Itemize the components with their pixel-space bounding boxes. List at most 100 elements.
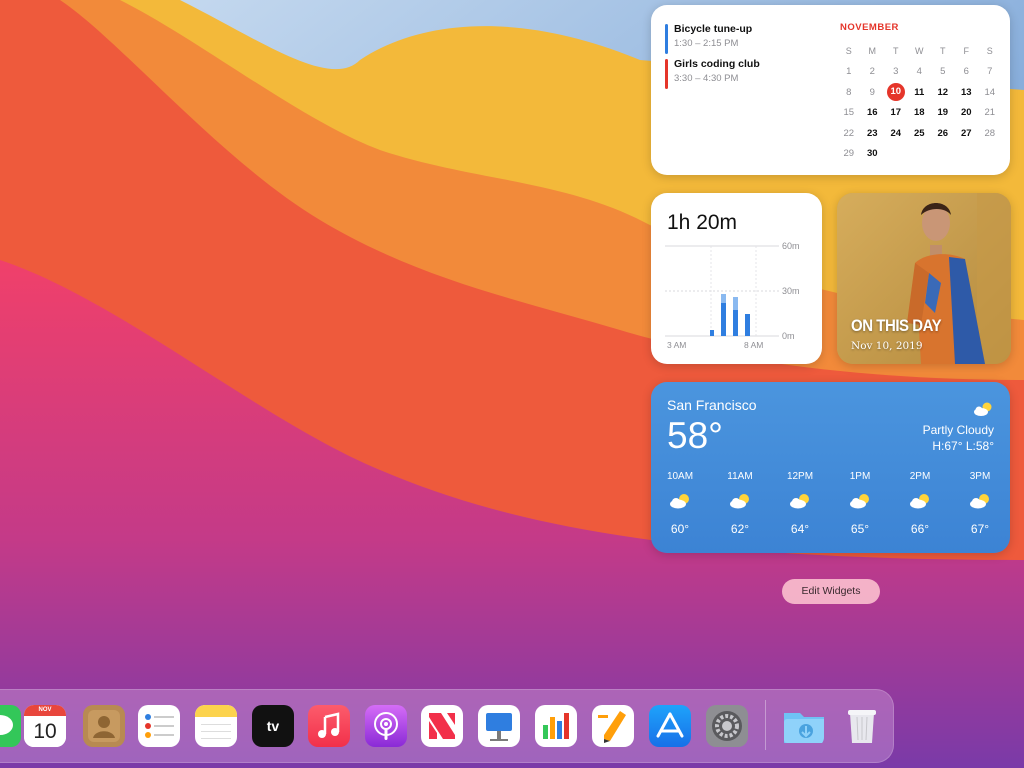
calendar-today[interactable]: 10 <box>884 83 908 102</box>
calendar-day[interactable]: 29 <box>837 148 861 159</box>
dock-app-app-store[interactable] <box>649 705 691 747</box>
forecast-hour: 1PM <box>849 471 871 482</box>
calendar-event[interactable]: Girls coding club 3:30 – 4:30 PM <box>665 58 760 89</box>
dock-app-calendar[interactable]: NOV 10 <box>24 705 66 747</box>
dock-app-reminders[interactable] <box>138 705 180 747</box>
calendar-day-number: 20 <box>960 107 972 119</box>
calendar-day[interactable]: 28 <box>978 128 1002 139</box>
forecast-temp: 60° <box>670 522 690 536</box>
calendar-day-number: 7 <box>987 66 993 78</box>
dock-trash[interactable] <box>841 705 883 747</box>
calendar-day-number: 18 <box>913 107 925 119</box>
calendar-week-row: 15 16 17 18 19 20 21 <box>837 103 1002 124</box>
calendar-day[interactable]: 8 <box>837 87 861 98</box>
calendar-day[interactable]: 26 <box>931 128 955 139</box>
dock-app-contacts[interactable] <box>83 705 125 747</box>
calendar-day-number: 5 <box>940 66 946 78</box>
hourly-forecast-item: 3PM 67° <box>960 471 1000 536</box>
screen-time-widget[interactable]: 1h 20m 60m 30m 0m 3 AM 8 AM <box>651 193 822 364</box>
calendar-day[interactable]: 9 <box>861 87 885 98</box>
forecast-temp: 64° <box>790 522 810 536</box>
calendar-day-number: 14 <box>984 86 996 98</box>
calendar-widget[interactable]: Bicycle tune-up 1:30 – 2:15 PM Girls cod… <box>651 5 1010 175</box>
calendar-day[interactable]: 19 <box>931 107 955 118</box>
partly-cloudy-icon <box>960 492 1000 514</box>
calendar-day[interactable]: 16 <box>861 107 885 118</box>
weather-condition: Partly Cloudy <box>922 423 994 437</box>
dock-app-messages[interactable] <box>0 705 21 747</box>
calendar-day[interactable]: 17 <box>884 107 908 118</box>
dock-app-podcasts[interactable] <box>365 705 407 747</box>
calendar-day[interactable]: 27 <box>955 128 979 139</box>
music-icon <box>308 705 350 747</box>
x-tick-label: 8 AM <box>744 340 763 350</box>
dock-app-music[interactable] <box>308 705 350 747</box>
gear-icon <box>706 705 748 747</box>
calendar-grid: S M T W T F S 1 2 3 4 5 6 7 8 9 10 11 12 13 14 15 16 17 18 19 20 21… <box>837 41 1002 164</box>
partly-cloudy-icon <box>900 492 940 514</box>
calendar-day[interactable]: 6 <box>955 66 979 77</box>
calendar-month: NOVEMBER <box>840 22 899 33</box>
event-time: 3:30 – 4:30 PM <box>674 73 739 84</box>
calendar-day-number: 3 <box>893 66 899 78</box>
dock-downloads-folder[interactable] <box>782 705 824 747</box>
dock-app-news[interactable] <box>421 705 463 747</box>
calendar-day[interactable]: 18 <box>908 107 932 118</box>
weather-current-temp: 58° <box>667 415 723 456</box>
calendar-day[interactable]: 24 <box>884 128 908 139</box>
dock-app-tv[interactable]: tv <box>252 705 294 747</box>
calendar-day[interactable]: 11 <box>908 87 932 98</box>
calendar-day[interactable]: 13 <box>955 87 979 98</box>
notes-icon <box>195 705 237 747</box>
dock-app-keynote[interactable] <box>478 705 520 747</box>
dock-app-system-preferences[interactable] <box>706 705 748 747</box>
calendar-day[interactable]: 22 <box>837 128 861 139</box>
calendar-day[interactable]: 2 <box>861 66 885 77</box>
dock-app-numbers[interactable] <box>535 705 577 747</box>
calendar-weekday: T <box>893 46 899 57</box>
keynote-icon <box>478 705 520 747</box>
calendar-day[interactable]: 23 <box>861 128 885 139</box>
calendar-day[interactable]: 20 <box>955 107 979 118</box>
calendar-day[interactable]: 14 <box>978 87 1002 98</box>
event-color-bar <box>665 24 668 54</box>
dock-app-notes[interactable] <box>195 705 237 747</box>
forecast-temp: 67° <box>970 522 990 536</box>
edit-widgets-button[interactable]: Edit Widgets <box>782 579 880 604</box>
calendar-day-number: 6 <box>963 66 969 78</box>
calendar-day[interactable]: 4 <box>908 66 932 77</box>
calendar-day-number: 21 <box>984 107 996 119</box>
memory-photo <box>837 193 1011 364</box>
calendar-weekday: W <box>915 46 924 57</box>
trash-icon <box>848 710 876 743</box>
forecast-hour: 12PM <box>786 471 814 482</box>
calendar-day-number: 24 <box>890 127 902 139</box>
weather-high-low: H:67° L:58° <box>932 439 994 453</box>
x-tick-label: 3 AM <box>667 340 686 350</box>
weather-widget[interactable]: San Francisco 58° Partly Cloudy H:67° L:… <box>651 382 1010 553</box>
reminders-icon <box>138 705 180 747</box>
hourly-forecast-item: 1PM 65° <box>840 471 880 536</box>
y-tick-label: 60m <box>782 241 800 251</box>
calendar-day[interactable]: 7 <box>978 66 1002 77</box>
calendar-day-number: 8 <box>846 86 852 98</box>
calendar-day[interactable]: 3 <box>884 66 908 77</box>
calendar-day[interactable]: 1 <box>837 66 861 77</box>
calendar-day[interactable]: 15 <box>837 107 861 118</box>
calendar-day[interactable]: 30 <box>861 148 885 159</box>
calendar-weekday: S <box>986 46 993 57</box>
calendar-weekday-row: SMTWTFS <box>837 41 1002 62</box>
pages-icon <box>592 705 634 747</box>
calendar-weekday: T <box>940 46 946 57</box>
calendar-day[interactable]: 12 <box>931 87 955 98</box>
calendar-week-row: 8 9 10 11 12 13 14 <box>837 82 1002 103</box>
calendar-day[interactable]: 5 <box>931 66 955 77</box>
calendar-day-number: 2 <box>869 66 875 78</box>
calendar-day-number: 19 <box>937 107 949 119</box>
photos-widget[interactable]: ON THIS DAY Nov 10, 2019 <box>837 193 1011 364</box>
calendar-day[interactable]: 21 <box>978 107 1002 118</box>
partly-cloudy-icon <box>972 401 994 422</box>
calendar-day[interactable]: 25 <box>908 128 932 139</box>
calendar-event[interactable]: Bicycle tune-up 1:30 – 2:15 PM <box>665 23 752 54</box>
dock-app-pages[interactable] <box>592 705 634 747</box>
